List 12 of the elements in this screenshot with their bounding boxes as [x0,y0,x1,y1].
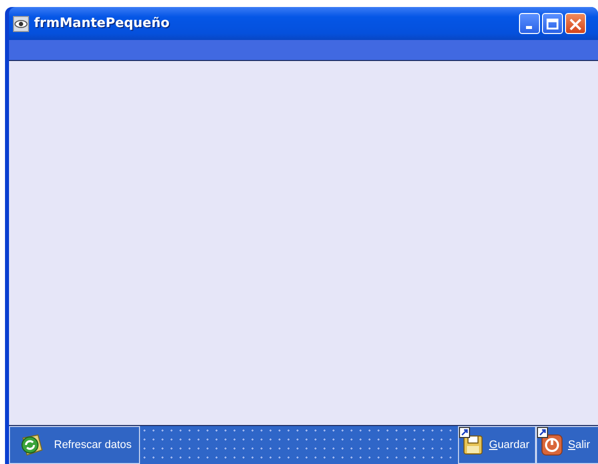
exit-button[interactable]: Salir [536,426,598,464]
refresh-button[interactable]: Refrescar datos [9,426,140,464]
minimize-icon [526,26,532,29]
minimize-button[interactable] [519,13,540,34]
save-button[interactable]: Guardar [458,426,536,464]
shortcut-icon [459,427,470,438]
close-button[interactable] [565,13,586,34]
shortcut-icon [537,427,548,438]
window-title: frmMantePequeño [34,16,171,31]
eye-icon [13,16,29,32]
power-icon [541,434,563,456]
maximize-button[interactable] [542,13,563,34]
